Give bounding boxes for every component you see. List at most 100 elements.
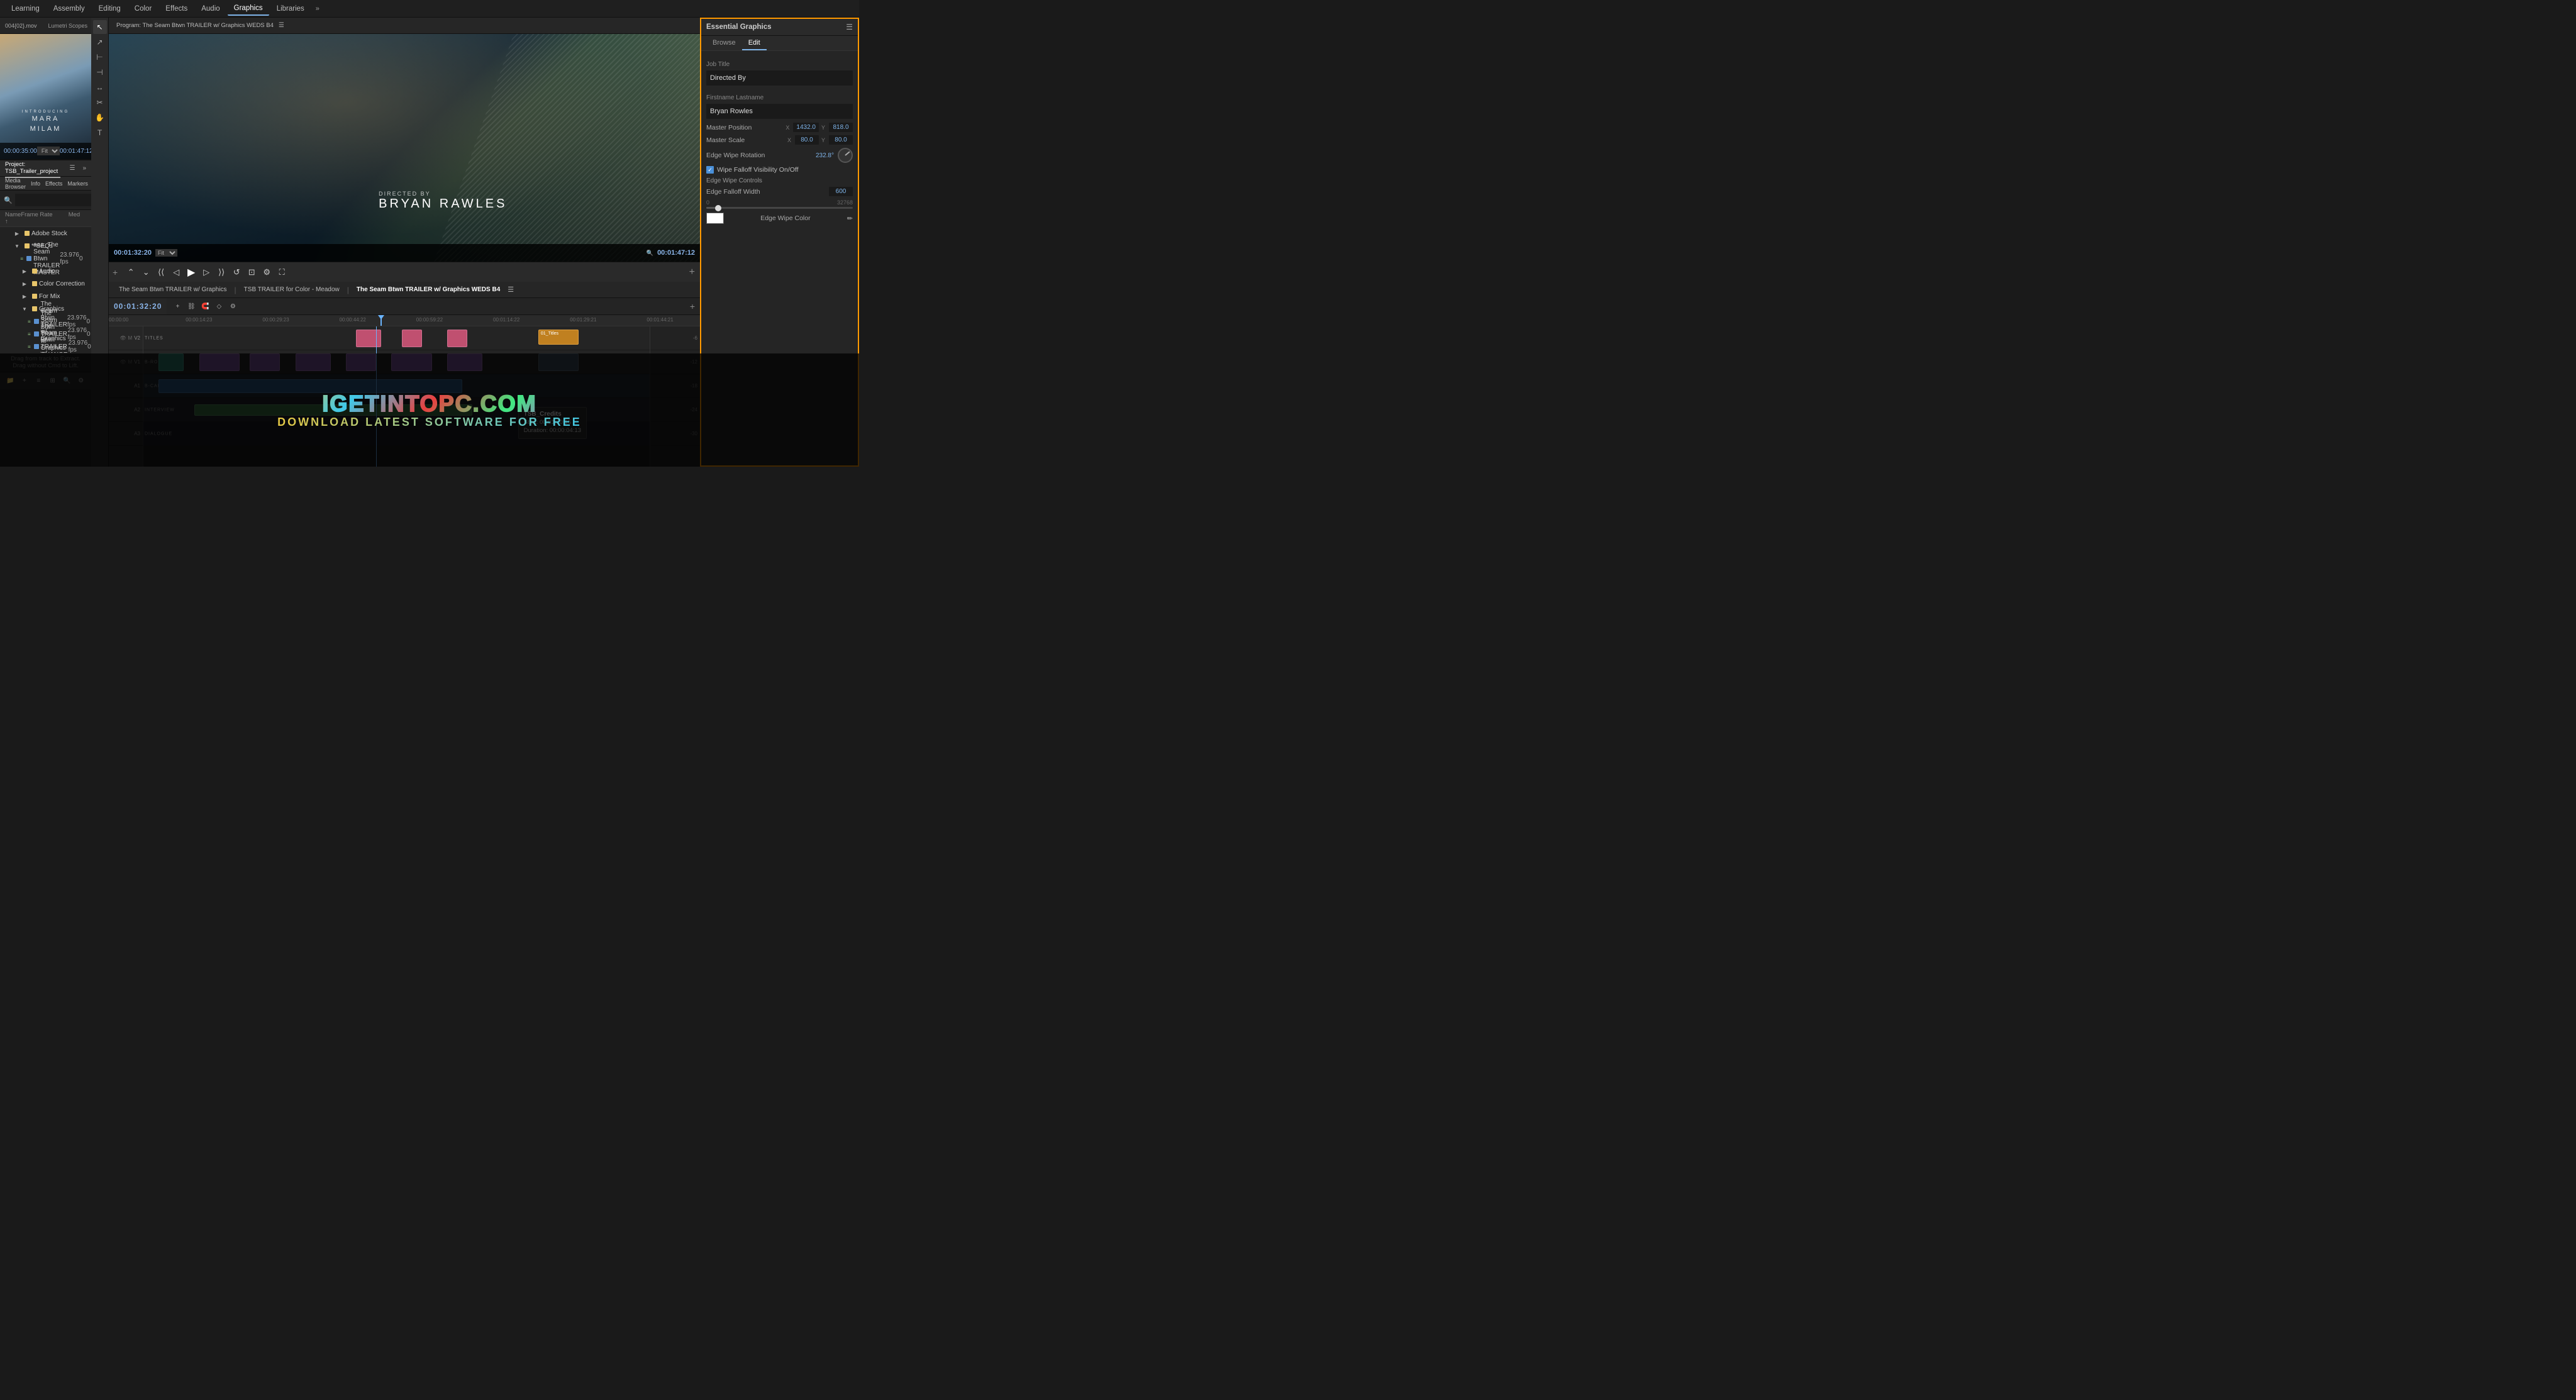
loop-button[interactable]: ↺ — [230, 265, 243, 279]
list-item[interactable]: ≡ aaa_The Seam Btwn TRAILER MASTER 23.97… — [0, 252, 91, 265]
rolling-edit-tool[interactable]: ⊣ — [93, 65, 107, 79]
tl-clip-audio1[interactable] — [158, 379, 462, 393]
rate-stretch-tool[interactable]: ↔ — [93, 81, 107, 94]
col-fps[interactable]: Frame Rate — [21, 211, 68, 225]
project-tab-media[interactable]: Media Browser — [5, 175, 26, 192]
list-item[interactable]: ▶ Adobe Stock — [0, 227, 91, 240]
fullscreen-button[interactable]: ⛶ — [275, 265, 289, 279]
eg-pos-x-val[interactable]: 1432.0 — [793, 123, 819, 132]
select-tool[interactable]: ↖ — [93, 20, 107, 34]
col-med[interactable]: Med — [69, 211, 86, 225]
source-fit-selector[interactable]: Fit — [37, 147, 60, 155]
list-item[interactable]: ▶ Color Correction — [0, 277, 91, 290]
pf-new-bin[interactable]: 📁 — [5, 375, 16, 387]
nav-libraries[interactable]: Libraries — [270, 3, 311, 15]
eg-tab-browse[interactable]: Browse — [706, 36, 742, 50]
tl-clip-broll-end[interactable] — [538, 353, 579, 371]
tooltip-start: Start: 00:01:30:15 — [524, 419, 581, 426]
mark-out-button[interactable]: ⌄ — [139, 265, 153, 279]
tl-clip-broll5[interactable] — [346, 353, 376, 371]
add-icon[interactable]: + — [689, 267, 700, 278]
pf-list-view[interactable]: ≡ — [33, 375, 44, 387]
eg-scale-y-val[interactable]: 80.0 — [829, 135, 853, 145]
tl-add-track-btn[interactable]: + — [690, 301, 695, 311]
tl-clip-broll4[interactable] — [296, 353, 331, 371]
safe-margins-button[interactable]: ⊡ — [245, 265, 258, 279]
tl-clip-broll3[interactable] — [250, 353, 280, 371]
nav-color[interactable]: Color — [128, 3, 158, 15]
lumetri-tab[interactable]: Lumetri Scopes — [47, 21, 89, 31]
nav-assembly[interactable]: Assembly — [47, 3, 91, 15]
tl-clip-broll7[interactable] — [447, 353, 482, 371]
next-marker-button[interactable]: ⟩⟩ — [214, 265, 228, 279]
nav-audio[interactable]: Audio — [195, 3, 226, 15]
track-select-tool[interactable]: ↗ — [93, 35, 107, 49]
ripple-edit-tool[interactable]: ⊢ — [93, 50, 107, 64]
tl-clip-title4[interactable]: 01_Titles — [538, 330, 579, 345]
eg-color-swatch[interactable] — [706, 213, 724, 224]
project-menu-icon[interactable]: ☰ — [69, 165, 75, 172]
tl-link-btn[interactable]: ⛓ — [186, 301, 197, 312]
pf-new-item[interactable]: + — [19, 375, 30, 387]
eg-scale-x-val[interactable]: 80.0 — [795, 135, 819, 145]
list-item[interactable]: ≡ The Seam Btwn TRAILER w/ Graphics REVI… — [0, 340, 91, 353]
eg-falloff-slider[interactable] — [706, 207, 853, 209]
eg-wipe-falloff-checkbox[interactable]: ✓ — [706, 166, 714, 174]
tl-clip-broll2[interactable] — [199, 353, 240, 371]
mark-in-button[interactable]: ⌃ — [124, 265, 138, 279]
step-back-button[interactable]: ◁ — [169, 265, 183, 279]
v2-eye-icon[interactable]: 👁 — [119, 335, 126, 341]
tl-clip-title2[interactable] — [402, 330, 422, 347]
nav-effects[interactable]: Effects — [159, 3, 194, 15]
eg-tab-edit[interactable]: Edit — [742, 36, 767, 50]
tl-clip-title3[interactable] — [447, 330, 467, 347]
tl-settings-btn[interactable]: ⚙ — [227, 301, 238, 312]
project-tab-markers[interactable]: Markers — [67, 179, 88, 189]
nav-graphics[interactable]: Graphics — [228, 2, 269, 16]
eg-firstname-input[interactable] — [706, 104, 853, 119]
pf-search[interactable]: 🔍 — [62, 375, 72, 387]
project-tab-effects[interactable]: Effects — [45, 179, 62, 189]
project-tab-info[interactable]: Info — [31, 179, 40, 189]
tl-tab-1[interactable]: The Seam Btwn TRAILER w/ Graphics — [114, 284, 232, 295]
eg-rotation-val[interactable]: 232.8° — [816, 152, 834, 159]
tl-tab-2[interactable]: TSB TRAILER for Color - Meadow — [239, 284, 345, 295]
slip-tool[interactable]: ✋ — [93, 111, 107, 125]
project-more-icon[interactable]: » — [82, 165, 86, 172]
v1-mute-icon[interactable]: M — [128, 359, 133, 365]
eg-pencil-icon[interactable]: ✏ — [847, 214, 853, 223]
tl-menu-icon[interactable]: ☰ — [508, 286, 514, 294]
eg-edge-falloff-val[interactable]: 600 — [829, 187, 853, 196]
v1-eye-icon[interactable]: 👁 — [119, 359, 126, 365]
tl-snap-btn[interactable]: 🧲 — [199, 301, 211, 312]
tl-add-edit-btn[interactable]: + — [172, 301, 183, 312]
nav-more[interactable]: » — [312, 3, 323, 15]
tl-clip-audio2[interactable] — [194, 404, 473, 416]
nav-editing[interactable]: Editing — [92, 3, 127, 15]
eg-menu-icon[interactable]: ☰ — [846, 23, 853, 31]
type-tool[interactable]: T — [93, 126, 107, 140]
col-name[interactable]: Name ↑ — [5, 211, 21, 225]
add-to-sequence-icon[interactable]: + — [109, 267, 121, 277]
tl-markers-btn[interactable]: ◇ — [213, 301, 225, 312]
eg-pos-y-val[interactable]: 818.0 — [829, 123, 853, 132]
nav-learning[interactable]: Learning — [5, 3, 46, 15]
tl-clip-broll1[interactable] — [158, 353, 184, 371]
tl-clip-title1[interactable] — [356, 330, 381, 347]
project-search-input[interactable] — [15, 194, 91, 206]
razor-tool[interactable]: ✂ — [93, 96, 107, 109]
pf-icon-view[interactable]: ⊞ — [48, 375, 58, 387]
pf-settings[interactable]: ⚙ — [76, 375, 87, 387]
program-fit-selector[interactable]: Fit Full — [155, 249, 177, 257]
play-button[interactable]: ▶ — [184, 265, 198, 279]
tl-clip-broll6[interactable] — [391, 353, 431, 371]
settings-button[interactable]: ⚙ — [260, 265, 274, 279]
v2-mute-icon[interactable]: M — [128, 335, 133, 341]
eg-job-title-input[interactable] — [706, 70, 853, 86]
step-forward-button[interactable]: ▷ — [199, 265, 213, 279]
prev-marker-button[interactable]: ⟨⟨ — [154, 265, 168, 279]
eg-slider-thumb[interactable] — [715, 205, 721, 211]
program-menu-icon[interactable]: ☰ — [276, 20, 287, 31]
tl-tab-3[interactable]: The Seam Btwn TRAILER w/ Graphics WEDS B… — [352, 284, 505, 295]
eg-rotation-dial[interactable] — [838, 148, 853, 163]
